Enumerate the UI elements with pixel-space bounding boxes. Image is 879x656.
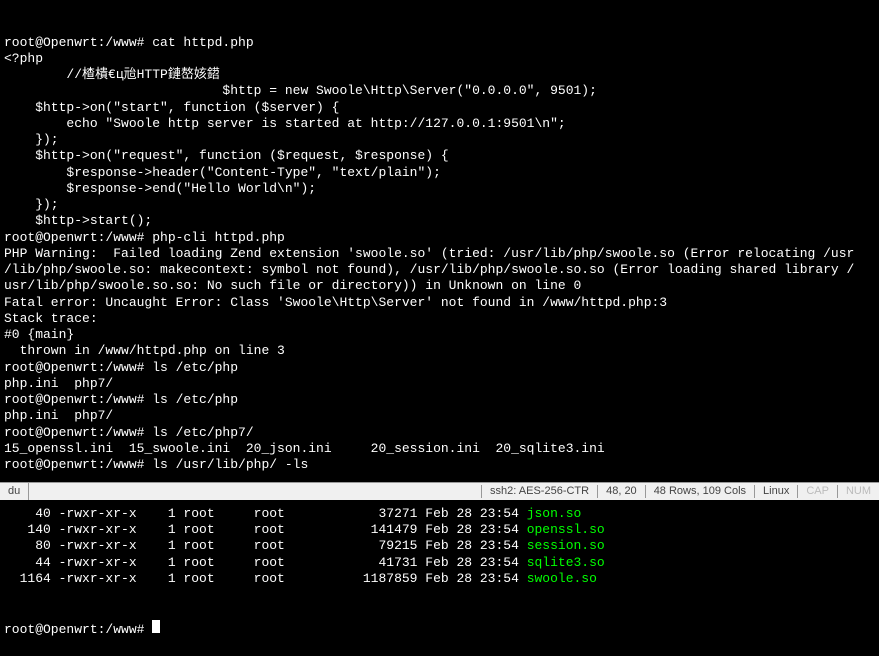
status-pos: 48, 20 — [597, 485, 645, 499]
terminal-line: }); — [4, 132, 875, 148]
terminal-line: <?php — [4, 51, 875, 67]
file-name: sqlite3.so — [527, 555, 605, 570]
terminal-line: root@Openwrt:/www# php-cli httpd.php — [4, 230, 875, 246]
file-row: 80 -rwxr-xr-x 1 root root 79215 Feb 28 2… — [4, 538, 875, 554]
terminal-line: /lib/php/swoole.so: makecontext: symbol … — [4, 262, 875, 278]
terminal-line: root@Openwrt:/www# cat httpd.php — [4, 35, 875, 51]
terminal-line: $response->header("Content-Type", "text/… — [4, 165, 875, 181]
terminal-line: thrown in /www/httpd.php on line 3 — [4, 343, 875, 359]
file-row: 140 -rwxr-xr-x 1 root root 141479 Feb 28… — [4, 522, 875, 538]
terminal-line: php.ini php7/ — [4, 408, 875, 424]
file-row: 1164 -rwxr-xr-x 1 root root 1187859 Feb … — [4, 571, 875, 587]
terminal-line: $http->on("request", function ($request,… — [4, 148, 875, 164]
status-bar: du ssh2: AES-256-CTR 48, 20 48 Rows, 109… — [0, 482, 879, 500]
terminal-line: PHP Warning: Failed loading Zend extensi… — [4, 246, 875, 262]
terminal-line: 15_openssl.ini 15_swoole.ini 20_json.ini… — [4, 441, 875, 457]
terminal-line: #0 {main} — [4, 327, 875, 343]
file-name: openssl.so — [527, 522, 605, 537]
file-name: session.so — [527, 538, 605, 553]
status-size: 48 Rows, 109 Cols — [645, 485, 754, 499]
terminal-line: Stack trace: — [4, 311, 875, 327]
terminal-line: Fatal error: Uncaught Error: Class 'Swoo… — [4, 295, 875, 311]
terminal-line: $http->on("start", function ($server) { — [4, 100, 875, 116]
terminal-line: $response->end("Hello World\n"); — [4, 181, 875, 197]
terminal-line: }); — [4, 197, 875, 213]
file-name: swoole.so — [527, 571, 597, 586]
terminal-line: root@Openwrt:/www# ls /etc/php — [4, 360, 875, 376]
status-left: du — [0, 483, 29, 500]
status-sys: Linux — [754, 485, 797, 499]
terminal-line: php.ini php7/ — [4, 376, 875, 392]
prompt: root@Openwrt:/www# — [4, 622, 144, 637]
file-row: 40 -rwxr-xr-x 1 root root 37271 Feb 28 2… — [4, 506, 875, 522]
terminal-output[interactable]: root@Openwrt:/www# cat httpd.php<?php //… — [0, 0, 879, 656]
terminal-line: $http = new Swoole\Http\Server("0.0.0.0"… — [4, 83, 875, 99]
cursor — [152, 620, 160, 633]
status-cipher: ssh2: AES-256-CTR — [481, 485, 597, 499]
file-row: 44 -rwxr-xr-x 1 root root 41731 Feb 28 2… — [4, 555, 875, 571]
terminal-line: root@Openwrt:/www# ls /usr/lib/php/ -ls — [4, 457, 875, 473]
terminal-line: root@Openwrt:/www# ls /etc/php — [4, 392, 875, 408]
terminal-line: //楂樻€ц兘HTTP鏈嶅姟鍣​ — [4, 67, 875, 83]
terminal-line: echo "Swoole http server is started at h… — [4, 116, 875, 132]
file-name: json.so — [527, 506, 582, 521]
status-num: NUM — [837, 485, 879, 499]
terminal-line: root@Openwrt:/www# ls /etc/php7/ — [4, 425, 875, 441]
terminal-line: usr/lib/php/swoole.so.so: No such file o… — [4, 278, 875, 294]
terminal-line: $http->start(); — [4, 213, 875, 229]
status-cap: CAP — [797, 485, 837, 499]
